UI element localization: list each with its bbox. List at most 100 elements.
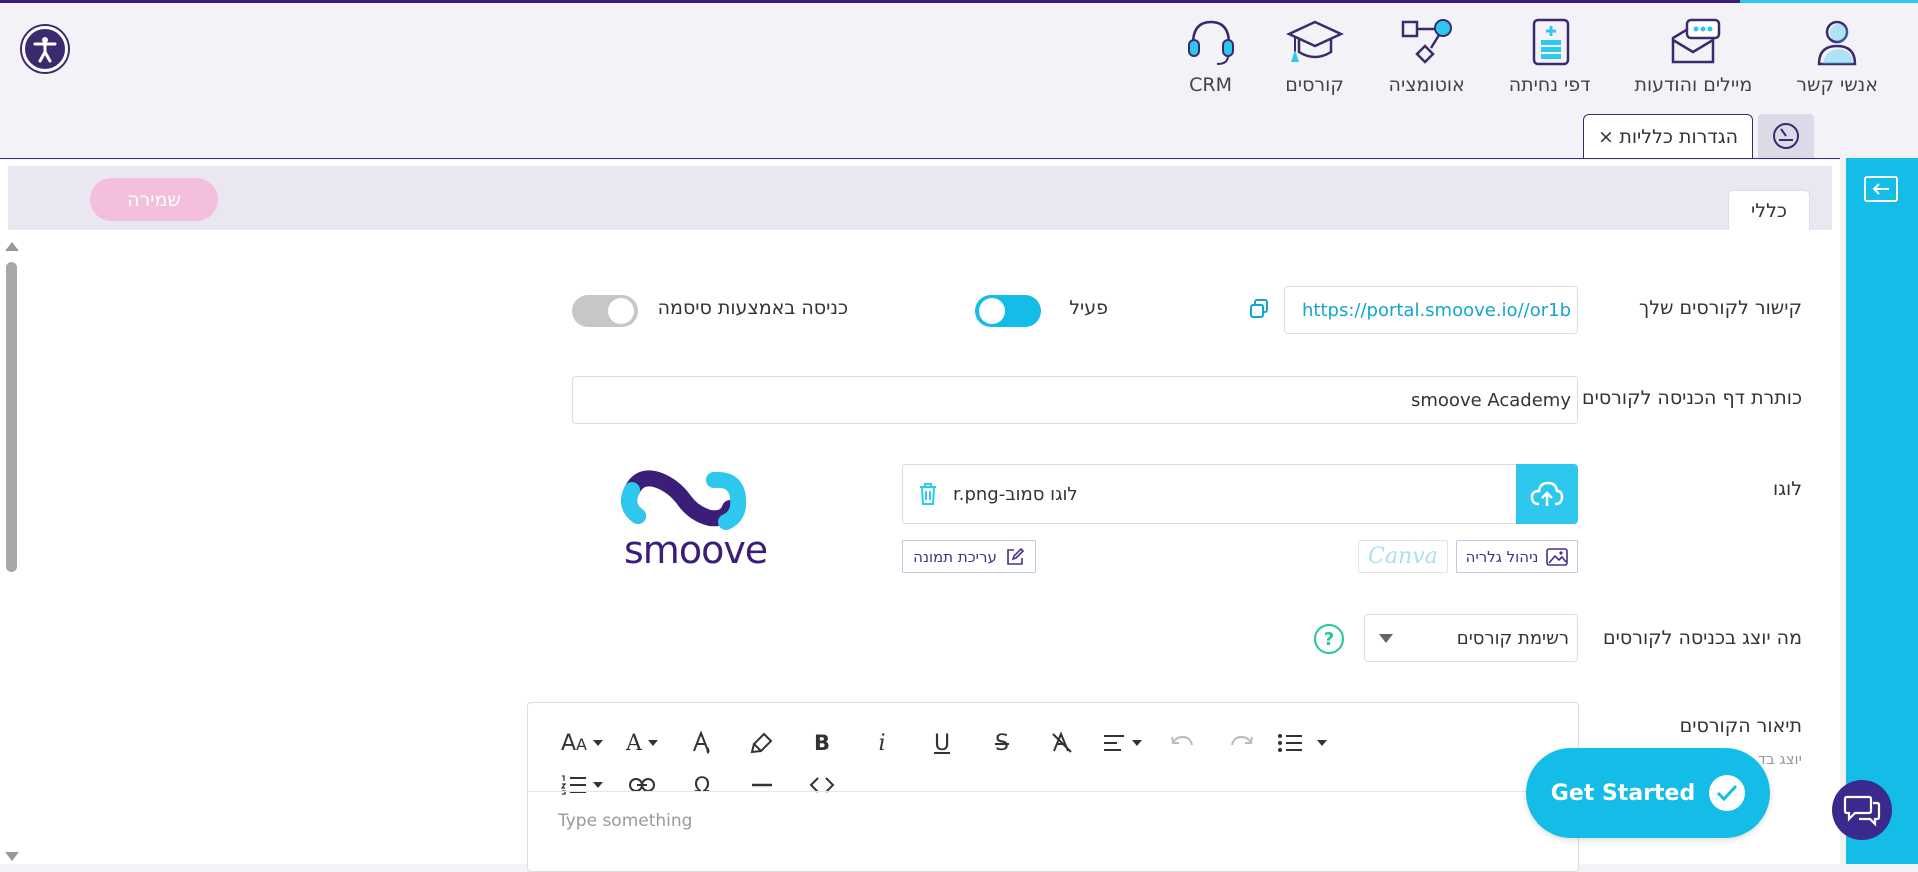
accessibility-icon — [33, 37, 57, 63]
upload-button[interactable] — [1516, 464, 1578, 524]
chevron-down-icon — [647, 740, 658, 746]
copy-button[interactable] — [1248, 298, 1272, 322]
code-view-button[interactable] — [792, 767, 852, 803]
highlighter-icon — [750, 732, 773, 754]
emails-icon — [1672, 18, 1721, 64]
automation-icon — [1401, 19, 1452, 64]
tab-general[interactable]: כללי — [1728, 190, 1810, 230]
numbered-list-button[interactable] — [552, 767, 612, 803]
scroll-up-icon[interactable] — [5, 242, 19, 251]
tab-general-settings[interactable]: × הגדרות כלליות — [1583, 114, 1753, 159]
nav-item-automation[interactable]: אוטומציה — [1367, 18, 1487, 96]
chevron-down-icon — [1132, 740, 1142, 746]
password-toggle[interactable] — [572, 295, 638, 327]
description-label: תיאור הקורסים — [1679, 715, 1802, 737]
special-char-button[interactable]: Ω — [672, 767, 732, 803]
scroll-down-icon[interactable] — [5, 852, 19, 861]
right-sidebar — [1846, 158, 1918, 864]
logo-preview: smoove — [618, 466, 768, 572]
link-button[interactable] — [612, 767, 672, 803]
redo-icon — [1231, 735, 1253, 746]
strikethrough-icon: S — [995, 730, 1009, 756]
canva-button[interactable]: Canva — [1358, 540, 1448, 573]
logo-label: לוגו — [1773, 478, 1802, 500]
underline-button[interactable]: U — [912, 725, 972, 761]
trash-icon[interactable] — [917, 482, 939, 506]
nav-item-landing-pages[interactable]: דפי נחיתה — [1487, 18, 1613, 96]
nav-item-courses[interactable]: קורסים — [1263, 18, 1367, 96]
course-link-field[interactable]: https://portal.smoove.io//or1b — [1284, 286, 1578, 334]
strikethrough-button[interactable]: S — [972, 725, 1032, 761]
check-icon — [1709, 775, 1746, 811]
nav-label: אוטומציה — [1388, 74, 1465, 96]
help-button[interactable]: ? — [1314, 624, 1344, 654]
nav-label: אנשי קשר — [1796, 74, 1878, 96]
copy-icon — [1250, 299, 1268, 318]
courses-icon — [1285, 20, 1344, 62]
chevron-down-icon — [1379, 633, 1393, 643]
logo-file-field[interactable]: לוגו סמוב-r.png — [902, 464, 1518, 524]
page-title-label: כותרת דף הכניסה לקורסים — [1582, 387, 1802, 409]
font-family-button[interactable]: A — [612, 725, 672, 761]
close-icon[interactable]: × — [1598, 126, 1614, 148]
font-size-button[interactable]: AA — [552, 725, 612, 761]
active-toggle-label: פעיל — [1069, 297, 1108, 319]
bullet-list-icon — [1278, 734, 1302, 752]
chevron-down-icon — [593, 782, 603, 788]
bold-button[interactable]: B — [792, 725, 852, 761]
save-button[interactable]: שמירה — [90, 178, 218, 221]
canva-logo: Canva — [1368, 544, 1438, 569]
text-color-button[interactable] — [672, 725, 732, 761]
font-family-icon: A — [626, 730, 642, 756]
text-color-icon — [693, 731, 710, 754]
accessibility-button[interactable] — [22, 26, 68, 72]
get-started-label: Get Started — [1550, 780, 1696, 806]
italic-icon: i — [878, 730, 886, 756]
get-started-button[interactable]: Get Started — [1526, 748, 1770, 838]
nav-item-emails[interactable]: מיילים והודעות — [1612, 18, 1774, 96]
description-sublabel: יוצג בד — [1757, 750, 1802, 768]
toggle-knob — [979, 298, 1005, 324]
edit-image-button[interactable]: עריכת תמונה — [902, 540, 1036, 573]
clear-format-button[interactable] — [1032, 725, 1092, 761]
gallery-button[interactable]: ניהול גלריה — [1456, 540, 1578, 573]
toolbar-row-1: AA A B i U S — [552, 725, 1332, 761]
nav-item-crm[interactable]: CRM — [1159, 18, 1263, 96]
editor-separator — [528, 791, 1578, 792]
undo-button[interactable] — [1152, 725, 1212, 761]
image-icon — [1546, 547, 1569, 566]
nav-label: קורסים — [1285, 74, 1344, 96]
course-link-label: קישור לקורסים שלך — [1638, 297, 1802, 319]
edit-icon — [1007, 547, 1024, 565]
cloud-upload-icon — [1530, 481, 1564, 506]
scrollbar-thumb[interactable] — [6, 262, 17, 572]
redo-button[interactable] — [1212, 725, 1272, 761]
top-navigation: אנשי קשר מיילים והודעות דפי נחיתה אוטומצ… — [1159, 18, 1900, 96]
align-left-icon — [1104, 735, 1124, 751]
active-toggle[interactable] — [975, 295, 1041, 327]
omega-icon: Ω — [693, 773, 711, 797]
nav-item-contacts[interactable]: אנשי קשר — [1774, 18, 1900, 96]
italic-button[interactable]: i — [852, 725, 912, 761]
gallery-label: ניהול גלריה — [1465, 547, 1539, 566]
nav-label: CRM — [1189, 74, 1232, 96]
logo-file-name: לוגו סמוב-r.png — [953, 483, 1078, 505]
chevron-down-icon — [593, 740, 603, 746]
description-editor[interactable]: AA A B i U S Ω Type something — [527, 702, 1579, 872]
display-label: מה יוצג בכניסה לקורסים — [1603, 627, 1802, 649]
horizontal-line-button[interactable] — [732, 767, 792, 803]
align-button[interactable] — [1092, 725, 1152, 761]
bullet-list-button[interactable] — [1272, 725, 1332, 761]
logo-preview-text: smoove — [624, 528, 768, 572]
top-accent-line-cyan — [1740, 0, 1918, 3]
undo-icon — [1171, 735, 1193, 746]
page-title-field[interactable]: smoove Academy — [572, 376, 1578, 424]
toggle-knob — [608, 298, 634, 324]
collapse-sidebar-button[interactable] — [1864, 176, 1898, 202]
tab-dashboard[interactable] — [1758, 114, 1814, 158]
landing-pages-icon — [1532, 18, 1569, 66]
nav-label: דפי נחיתה — [1508, 74, 1591, 96]
display-select[interactable]: רשימת קורסים — [1364, 614, 1578, 662]
chat-button[interactable] — [1832, 780, 1892, 840]
highlight-button[interactable] — [732, 725, 792, 761]
